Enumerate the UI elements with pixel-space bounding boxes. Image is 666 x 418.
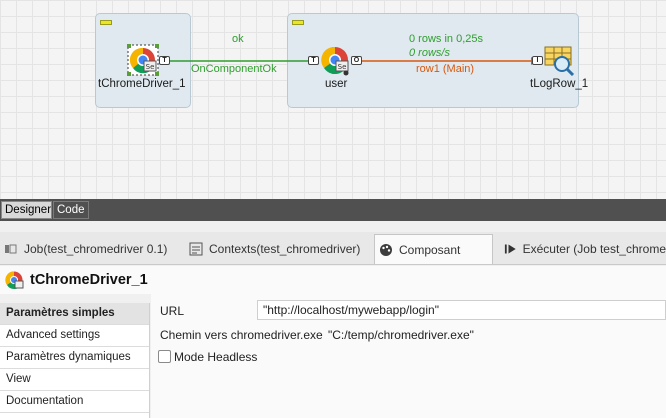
output-port[interactable]: O [351,56,362,65]
headless-label: Mode Headless [174,350,258,364]
tab-composant[interactable]: Composant [374,234,493,264]
chromedriver-path-label: Chemin vers chromedriver.exe [160,328,323,342]
component-header: tChromeDriver_1 [0,266,666,294]
chrome-selenium-icon[interactable]: Se [319,44,351,76]
chrome-driver-icon [5,271,24,290]
trigger-in-port[interactable]: T [308,56,319,65]
tab-job-label: Job(test_chromedriver 0.1) [24,242,168,256]
tab-composant-label: Composant [399,242,461,257]
contexts-icon [189,242,203,256]
input-port[interactable]: I [532,56,543,65]
user-component-label: user [325,78,348,90]
component-palette-icon [380,243,392,256]
menu-documentation[interactable]: Documentation [0,391,149,413]
ok-link-title: ok [232,33,244,45]
tab-code[interactable]: Code [53,201,89,219]
component-settings-form: URL "http://localhost/mywebapp/login" Ch… [151,294,666,418]
svg-text:Se: Se [338,63,347,71]
chrome-driver-icon[interactable]: Se [127,44,159,76]
log-row-label: tLogRow_1 [530,78,589,90]
headless-checkbox[interactable] [158,350,171,363]
menu-basic-settings[interactable]: Paramètres simples [0,303,149,325]
url-field[interactable]: "http://localhost/mywebapp/login" [257,300,666,320]
menu-view[interactable]: View [0,369,149,391]
settings-menu: Paramètres simples Advanced settings Par… [0,303,150,418]
tab-job[interactable]: Job(test_chromedriver 0.1) [0,234,180,264]
chrome-driver-label: tChromeDriver_1 [98,78,186,90]
ok-link-label: OnComponentOk [191,63,277,75]
chromedriver-path-field[interactable]: "C:/temp/chromedriver.exe" [328,328,474,342]
menu-dynamic-settings[interactable]: Paramètres dynamiques [0,347,149,369]
tab-contexts-label: Contexts(test_chromedriver) [209,242,361,256]
tab-executer[interactable]: Exécuter (Job test_chrome [500,234,666,264]
row-stats-rows: 0 rows in 0,25s [409,33,483,45]
trigger-port[interactable]: T [159,56,170,65]
view-tab-bar: Job(test_chromedriver 0.1) Contexts(test… [0,232,666,265]
menu-advanced-settings[interactable]: Advanced settings [0,325,149,347]
svg-text:Se: Se [146,63,155,71]
url-label: URL [160,304,185,318]
tab-contexts[interactable]: Contexts(test_chromedriver) [185,234,370,264]
job-designer-canvas[interactable]: Se T tChromeDriver_1 ok OnComponentOk T … [0,0,666,199]
component-title: tChromeDriver_1 [30,272,148,288]
tab-designer[interactable]: Designer [1,201,52,219]
log-row-icon[interactable] [543,44,575,77]
tab-executer-label: Exécuter (Job test_chrome [522,242,666,256]
editor-mode-bar: Designer Code [0,199,666,221]
run-icon [504,244,516,254]
job-icon [5,244,17,254]
connections-layer [170,57,537,65]
row-stats-rate: 0 rows/s [409,47,450,59]
row-link-label: row1 (Main) [416,63,475,75]
